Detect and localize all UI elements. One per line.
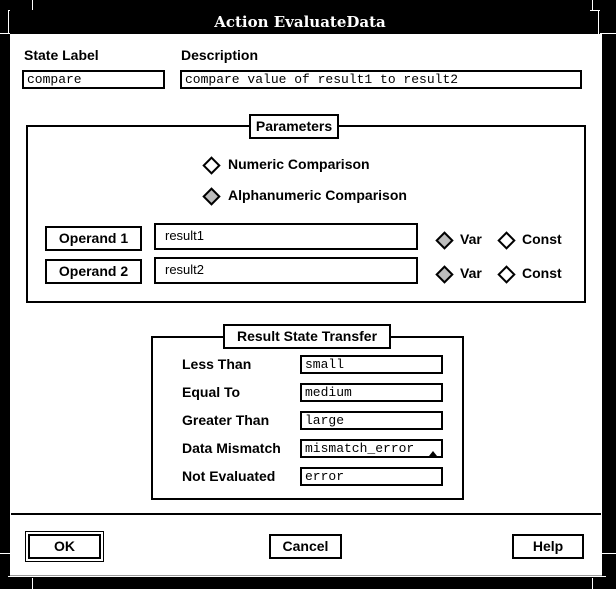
frame-corner-line bbox=[592, 0, 593, 10]
greater-than-label: Greater Than bbox=[182, 412, 270, 428]
operand-2-const-label[interactable]: Const bbox=[522, 265, 562, 281]
help-button[interactable]: Help bbox=[512, 534, 584, 559]
cancel-button[interactable]: Cancel bbox=[269, 534, 342, 559]
data-mismatch-input[interactable]: mismatch_error bbox=[300, 439, 443, 458]
state-label-input[interactable]: compare bbox=[22, 70, 165, 89]
operand-1-input[interactable]: result1 bbox=[154, 223, 418, 250]
operand-1-var-label[interactable]: Var bbox=[460, 231, 482, 247]
parameters-title: Parameters bbox=[249, 114, 339, 139]
frame-corner-line bbox=[600, 553, 616, 554]
description-input[interactable]: compare value of result1 to result2 bbox=[180, 70, 582, 89]
equal-to-input[interactable]: medium bbox=[300, 383, 443, 402]
frame-corner-line bbox=[8, 576, 606, 577]
not-evaluated-input[interactable]: error bbox=[300, 467, 443, 486]
numeric-comparison-label[interactable]: Numeric Comparison bbox=[228, 156, 370, 172]
less-than-input[interactable]: small bbox=[300, 355, 443, 374]
frame-corner-line bbox=[600, 33, 616, 34]
window-title[interactable]: Action EvaluateData bbox=[10, 10, 590, 34]
operand-2-button[interactable]: Operand 2 bbox=[45, 259, 142, 284]
description-heading: Description bbox=[181, 47, 259, 63]
client-bevel bbox=[10, 575, 602, 576]
less-than-label: Less Than bbox=[182, 356, 252, 372]
frame-corner-line bbox=[0, 33, 10, 34]
frame-corner-line bbox=[592, 578, 593, 589]
data-mismatch-label: Data Mismatch bbox=[182, 440, 281, 456]
frame-corner-line bbox=[598, 10, 599, 34]
button-separator bbox=[11, 513, 601, 515]
alphanumeric-comparison-label[interactable]: Alphanumeric Comparison bbox=[228, 187, 407, 203]
greater-than-input[interactable]: large bbox=[300, 411, 443, 430]
operand-2-input[interactable]: result2 bbox=[154, 257, 418, 284]
frame-corner-line bbox=[8, 10, 9, 34]
frame-corner-line bbox=[32, 0, 33, 10]
result-state-transfer-title: Result State Transfer bbox=[223, 324, 391, 349]
operand-1-button[interactable]: Operand 1 bbox=[45, 226, 142, 251]
operand-2-var-label[interactable]: Var bbox=[460, 265, 482, 281]
state-label-heading: State Label bbox=[24, 47, 99, 63]
frame-corner-line bbox=[0, 553, 10, 554]
operand-1-const-label[interactable]: Const bbox=[522, 231, 562, 247]
ok-button[interactable]: OK bbox=[28, 534, 101, 559]
frame-corner-line bbox=[32, 578, 33, 589]
dialog-body: State Label Description compare compare … bbox=[10, 34, 602, 576]
not-evaluated-label: Not Evaluated bbox=[182, 468, 276, 484]
text-cursor-caret-icon bbox=[429, 451, 437, 456]
equal-to-label: Equal To bbox=[182, 384, 241, 400]
